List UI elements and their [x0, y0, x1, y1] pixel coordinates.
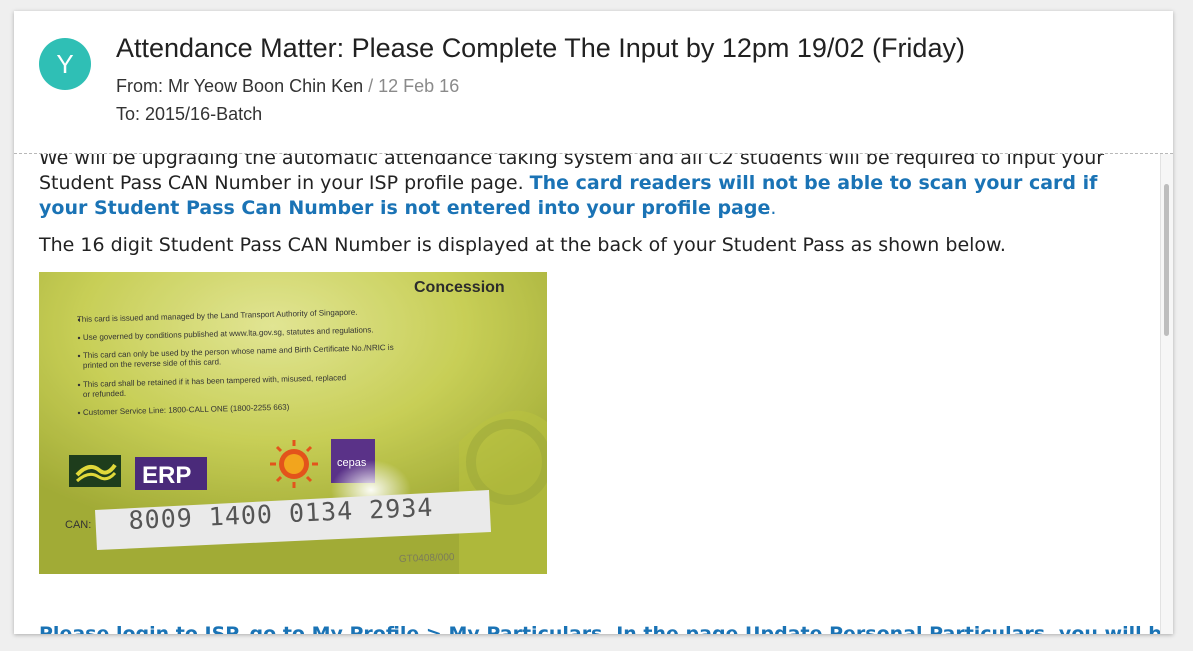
email-subject: Attendance Matter: Please Complete The I… — [116, 33, 965, 63]
transitlink-logo-icon — [69, 455, 121, 487]
email-date: / 12 Feb 16 — [363, 76, 460, 96]
email-from: From: Mr Yeow Boon Chin Ken / 12 Feb 16 — [116, 76, 459, 97]
body-paragraph-2: The 16 digit Student Pass CAN Number is … — [39, 234, 1006, 256]
email-to: To: 2015/16-Batch — [116, 104, 262, 125]
card-term-4b: or refunded. — [83, 389, 126, 399]
header-divider — [14, 153, 1173, 154]
to-label: To: — [116, 104, 146, 124]
email-header: Y Attendance Matter: Please Complete The… — [14, 11, 1173, 153]
recipient-name[interactable]: 2015/16-Batch — [145, 104, 262, 124]
erp-logo-icon: ERP — [135, 457, 207, 490]
can-label: CAN: — [65, 519, 91, 531]
paragraph-1-end: . — [770, 197, 777, 219]
email-viewer: Y Attendance Matter: Please Complete The… — [14, 11, 1173, 634]
body-scrollbar[interactable] — [1160, 154, 1173, 634]
sender-name[interactable]: Mr Yeow Boon Chin Ken — [168, 76, 363, 96]
sender-avatar[interactable]: Y — [39, 38, 91, 90]
scrollbar-thumb[interactable] — [1164, 184, 1169, 336]
from-label: From: — [116, 76, 168, 96]
student-pass-card-image[interactable]: Concession This card is issued and manag… — [39, 272, 547, 574]
email-body-content: We will be upgrading the automatic atten… — [39, 154, 1161, 634]
card-serial: GT0408/000 — [399, 552, 455, 565]
card-title: Concession — [414, 279, 505, 296]
body-paragraph-3: Please login to ISP, go to My Profile > … — [39, 623, 1161, 634]
erp-label: ERP — [142, 462, 191, 489]
email-body: We will be upgrading the automatic atten… — [14, 154, 1161, 634]
body-paragraph-1: We will be upgrading the automatic atten… — [39, 154, 1141, 221]
card-illustration: Concession This card is issued and manag… — [39, 272, 547, 574]
